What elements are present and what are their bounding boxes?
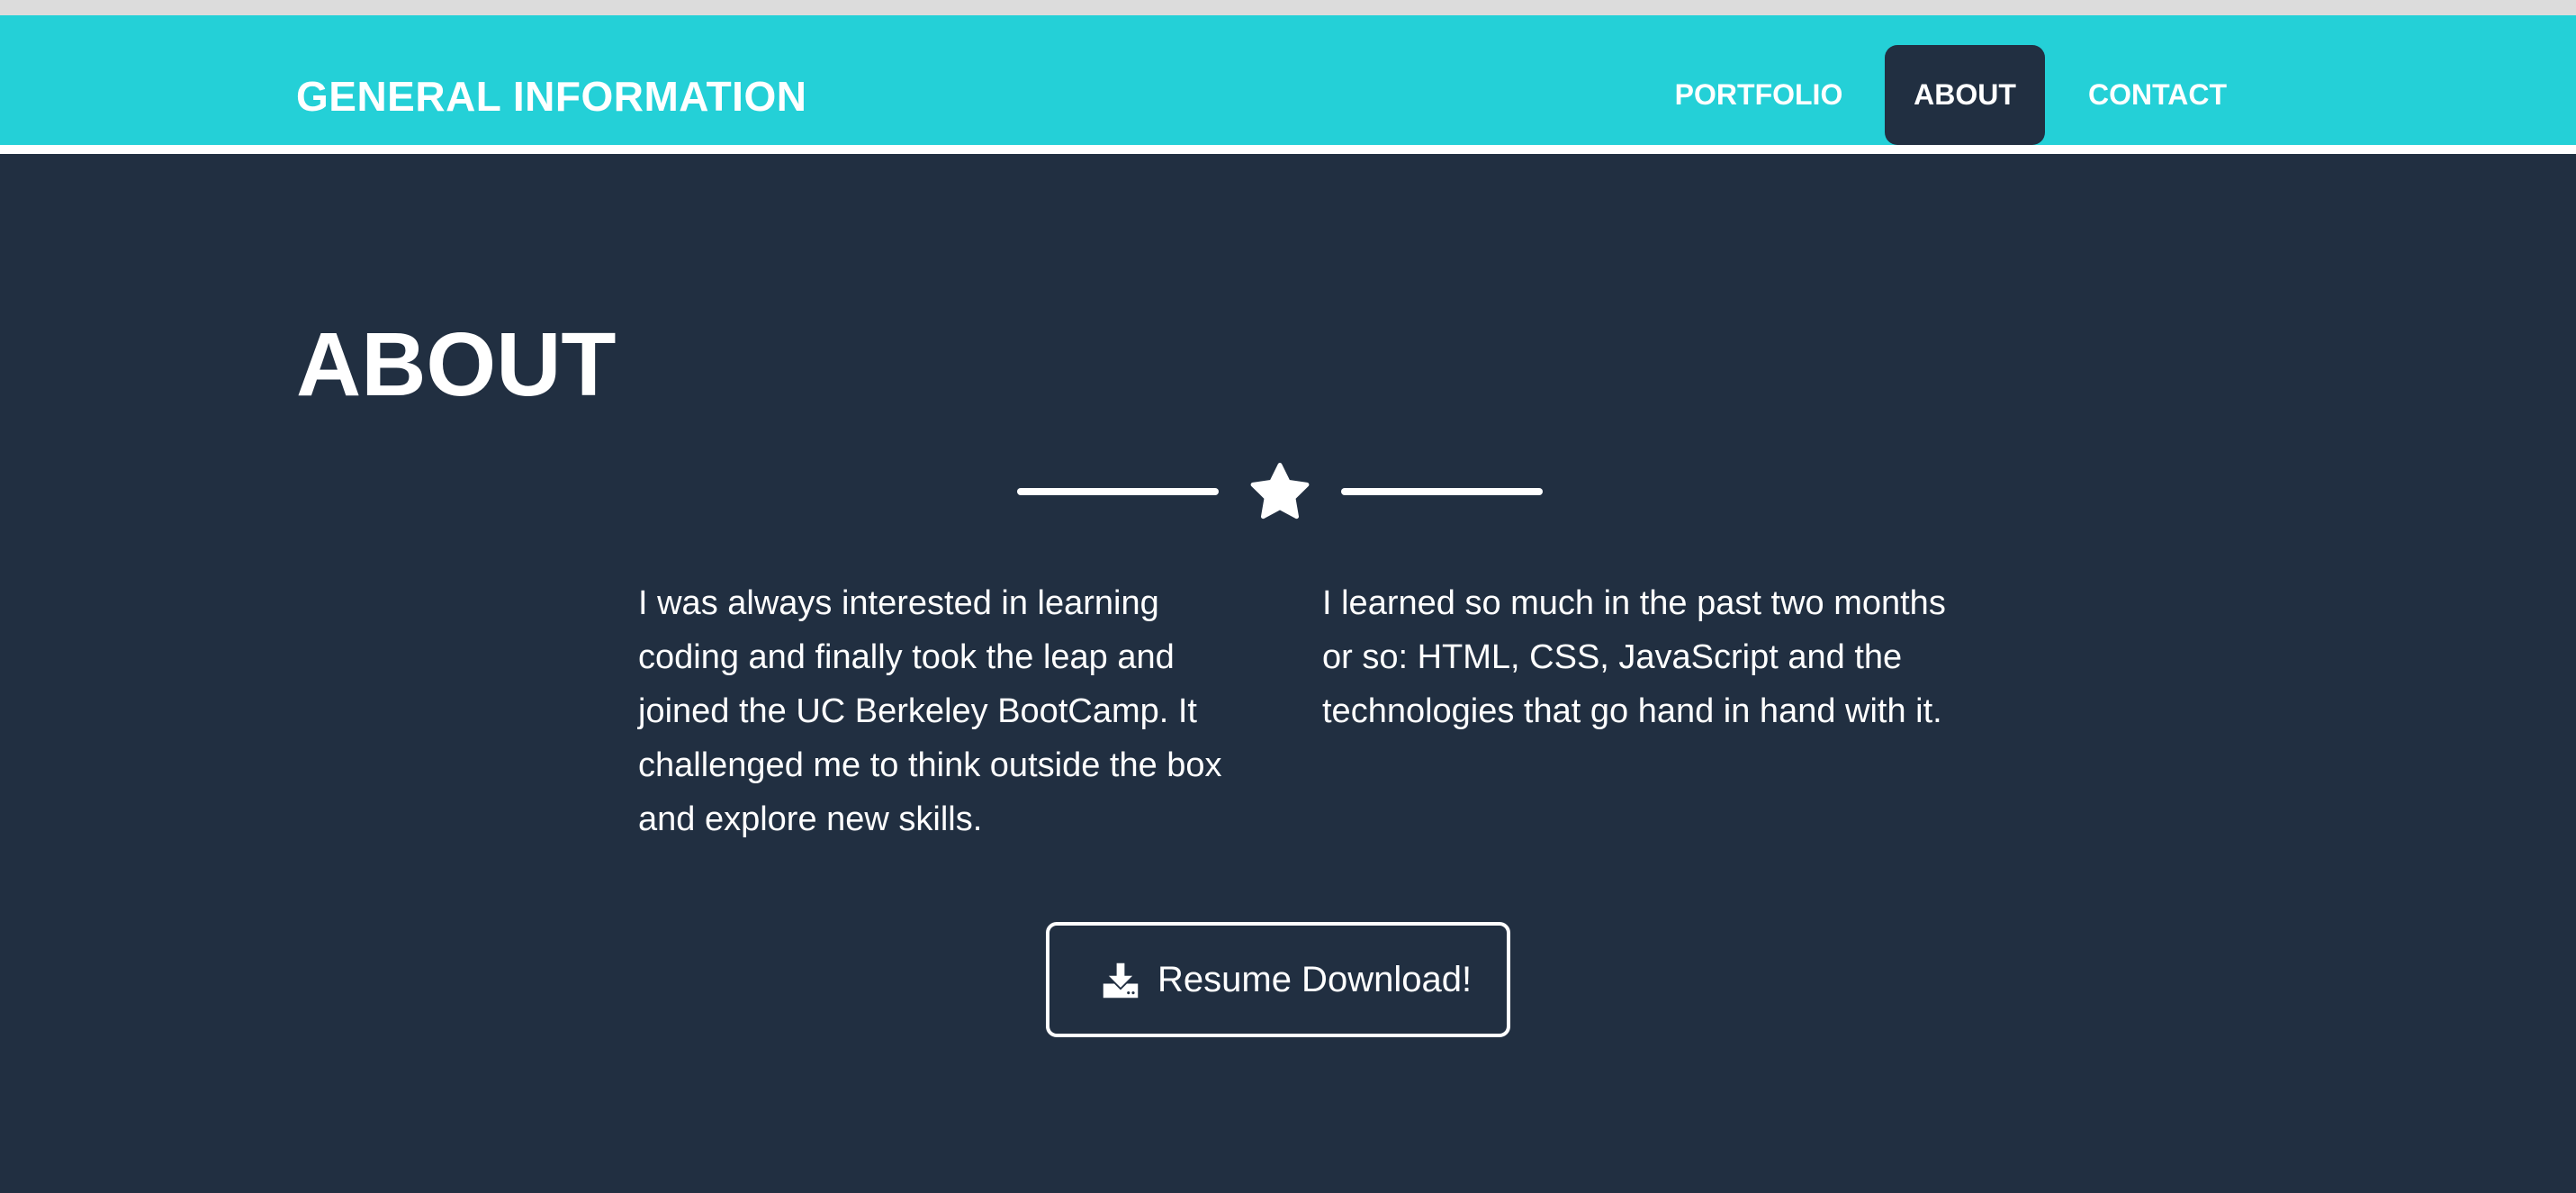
download-icon xyxy=(1103,963,1139,999)
brand-title[interactable]: GENERAL INFORMATION xyxy=(296,68,806,125)
browser-top-strip xyxy=(0,0,2576,15)
resume-download-button[interactable]: Resume Download! xyxy=(1046,922,1510,1037)
star-icon xyxy=(1250,463,1310,520)
navbar-divider xyxy=(0,145,2576,154)
navbar: GENERAL INFORMATION PORTFOLIO ABOUT CONT… xyxy=(0,15,2576,145)
divider-line-right xyxy=(1341,488,1543,495)
page-title: ABOUT xyxy=(296,314,617,415)
nav-link-contact[interactable]: CONTACT xyxy=(2063,45,2252,145)
resume-download-label: Resume Download! xyxy=(1157,960,1473,999)
nav-link-portfolio[interactable]: PORTFOLIO xyxy=(1653,45,1865,145)
divider-line-left xyxy=(1017,488,1219,495)
about-paragraph-right: I learned so much in the past two months… xyxy=(1322,584,1946,730)
nav-link-about[interactable]: ABOUT xyxy=(1885,45,2045,145)
about-paragraph-left: I was always interested in learning codi… xyxy=(638,584,1222,838)
